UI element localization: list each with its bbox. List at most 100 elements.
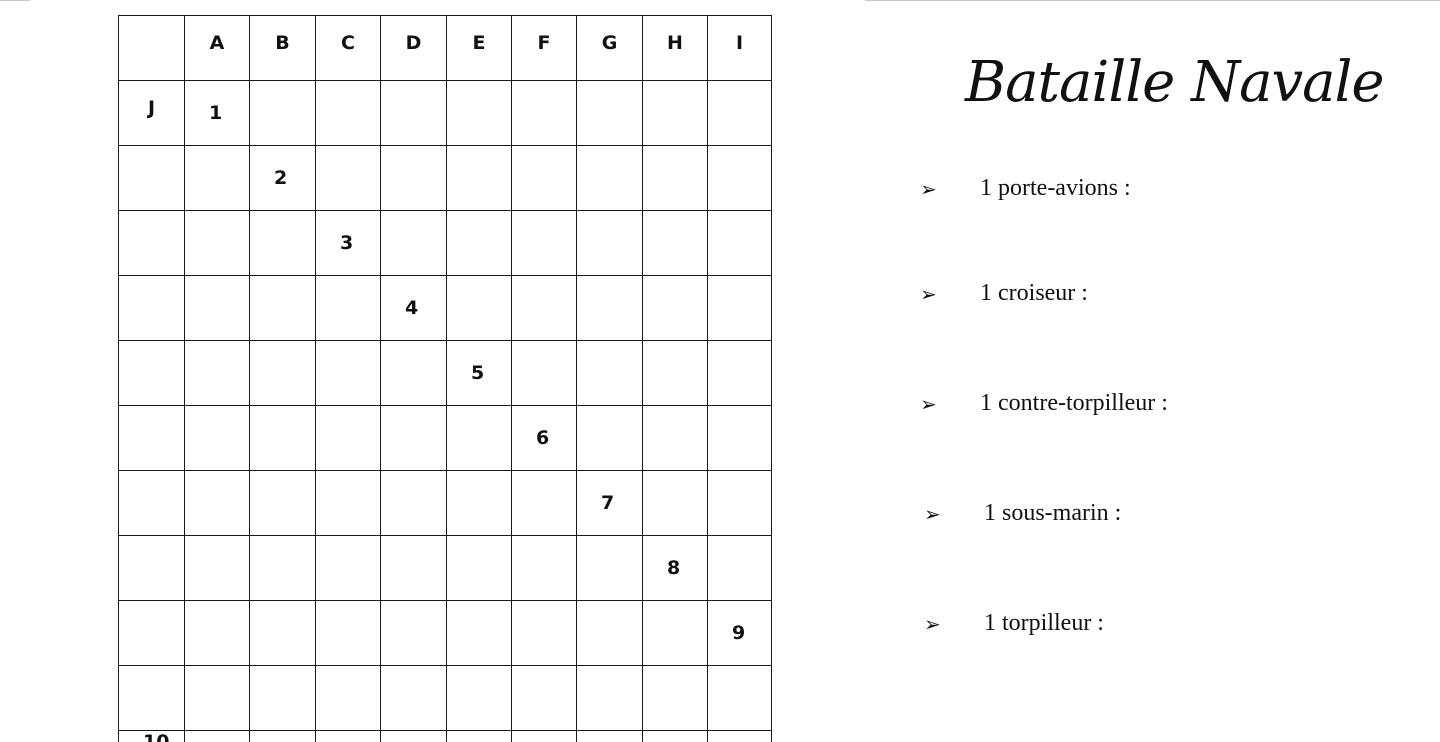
grid-cell[interactable] [250, 81, 316, 146]
grid-cell[interactable] [119, 146, 185, 211]
grid-cell[interactable] [512, 731, 577, 742]
grid-cell[interactable] [447, 666, 512, 731]
grid-cell[interactable] [708, 406, 772, 471]
grid-cell[interactable] [577, 276, 643, 341]
grid-cell[interactable] [119, 406, 185, 471]
grid-cell[interactable] [577, 536, 643, 601]
grid-cell[interactable] [512, 276, 577, 341]
grid-cell[interactable] [250, 601, 316, 666]
grid-cell[interactable] [512, 211, 577, 276]
grid-cell[interactable] [250, 341, 316, 406]
grid-cell[interactable] [643, 406, 708, 471]
grid-cell[interactable] [185, 211, 250, 276]
grid-cell[interactable] [185, 406, 250, 471]
grid-cell[interactable] [381, 666, 447, 731]
grid-cell[interactable] [447, 146, 512, 211]
grid-cell[interactable] [381, 341, 447, 406]
grid-cell[interactable] [185, 276, 250, 341]
grid-cell[interactable] [316, 536, 381, 601]
grid-cell[interactable] [708, 276, 772, 341]
grid-cell[interactable] [447, 601, 512, 666]
row-header: 6 [512, 406, 577, 471]
grid-cell[interactable] [577, 666, 643, 731]
grid-cell[interactable] [643, 471, 708, 536]
grid-cell[interactable] [316, 666, 381, 731]
grid-cell[interactable] [512, 471, 577, 536]
grid-cell[interactable] [447, 211, 512, 276]
grid-cell[interactable] [512, 81, 577, 146]
grid-cell[interactable] [708, 146, 772, 211]
grid-cell[interactable] [250, 211, 316, 276]
grid-cell[interactable] [381, 471, 447, 536]
grid-cell[interactable] [119, 601, 185, 666]
grid-cell[interactable] [119, 666, 185, 731]
grid-cell[interactable] [708, 211, 772, 276]
grid-cell[interactable] [512, 666, 577, 731]
grid-cell[interactable] [250, 731, 316, 742]
grid-cell[interactable] [512, 536, 577, 601]
grid-cell[interactable] [381, 81, 447, 146]
grid-cell[interactable] [316, 146, 381, 211]
grid-cell[interactable] [708, 536, 772, 601]
grid-cell[interactable] [119, 211, 185, 276]
grid-cell[interactable] [643, 666, 708, 731]
grid-cell[interactable] [250, 276, 316, 341]
grid-cell[interactable] [119, 341, 185, 406]
grid-cell[interactable] [381, 536, 447, 601]
grid-cell[interactable] [643, 276, 708, 341]
grid-cell[interactable] [447, 81, 512, 146]
grid-cell[interactable] [577, 341, 643, 406]
grid-cell[interactable] [185, 601, 250, 666]
grid-cell[interactable] [185, 731, 250, 742]
grid-cell[interactable] [577, 211, 643, 276]
grid-cell[interactable] [577, 601, 643, 666]
grid-cell[interactable] [316, 341, 381, 406]
grid-cell[interactable] [316, 81, 381, 146]
grid-cell[interactable] [577, 406, 643, 471]
grid-cell[interactable] [447, 731, 512, 742]
grid-cell[interactable] [316, 406, 381, 471]
grid-cell[interactable] [250, 666, 316, 731]
grid-cell[interactable] [316, 601, 381, 666]
grid-cell[interactable] [185, 666, 250, 731]
grid-cell[interactable] [577, 81, 643, 146]
grid-cell[interactable] [381, 211, 447, 276]
grid-cell[interactable] [250, 406, 316, 471]
grid-cell[interactable] [119, 276, 185, 341]
grid-cell[interactable] [577, 731, 643, 742]
grid-cell[interactable] [643, 81, 708, 146]
grid-cell[interactable] [185, 146, 250, 211]
grid-cell[interactable] [316, 276, 381, 341]
grid-cell[interactable] [708, 666, 772, 731]
grid-cell[interactable] [185, 341, 250, 406]
grid-cell[interactable] [643, 341, 708, 406]
grid-cell[interactable] [250, 536, 316, 601]
grid-cell[interactable] [512, 146, 577, 211]
grid-cell[interactable] [381, 406, 447, 471]
grid-cell[interactable] [708, 731, 772, 742]
grid-cell[interactable] [708, 471, 772, 536]
grid-cell[interactable] [643, 731, 708, 742]
grid-cell[interactable] [643, 211, 708, 276]
grid-cell[interactable] [512, 341, 577, 406]
grid-cell[interactable] [316, 731, 381, 742]
grid-cell[interactable] [577, 146, 643, 211]
grid-cell[interactable] [447, 276, 512, 341]
grid-cell[interactable] [643, 146, 708, 211]
grid-cell[interactable] [381, 146, 447, 211]
grid-cell[interactable] [512, 601, 577, 666]
grid-cell[interactable] [708, 341, 772, 406]
grid-cell[interactable] [708, 81, 772, 146]
grid-cell[interactable] [185, 471, 250, 536]
grid-cell[interactable] [119, 471, 185, 536]
grid-cell[interactable] [381, 601, 447, 666]
grid-cell[interactable] [447, 406, 512, 471]
grid-cell[interactable] [447, 536, 512, 601]
grid-cell[interactable] [447, 471, 512, 536]
grid-cell[interactable] [316, 471, 381, 536]
grid-cell[interactable] [250, 471, 316, 536]
grid-cell[interactable] [119, 536, 185, 601]
grid-cell[interactable] [643, 601, 708, 666]
grid-cell[interactable] [381, 731, 447, 742]
grid-cell[interactable] [185, 536, 250, 601]
